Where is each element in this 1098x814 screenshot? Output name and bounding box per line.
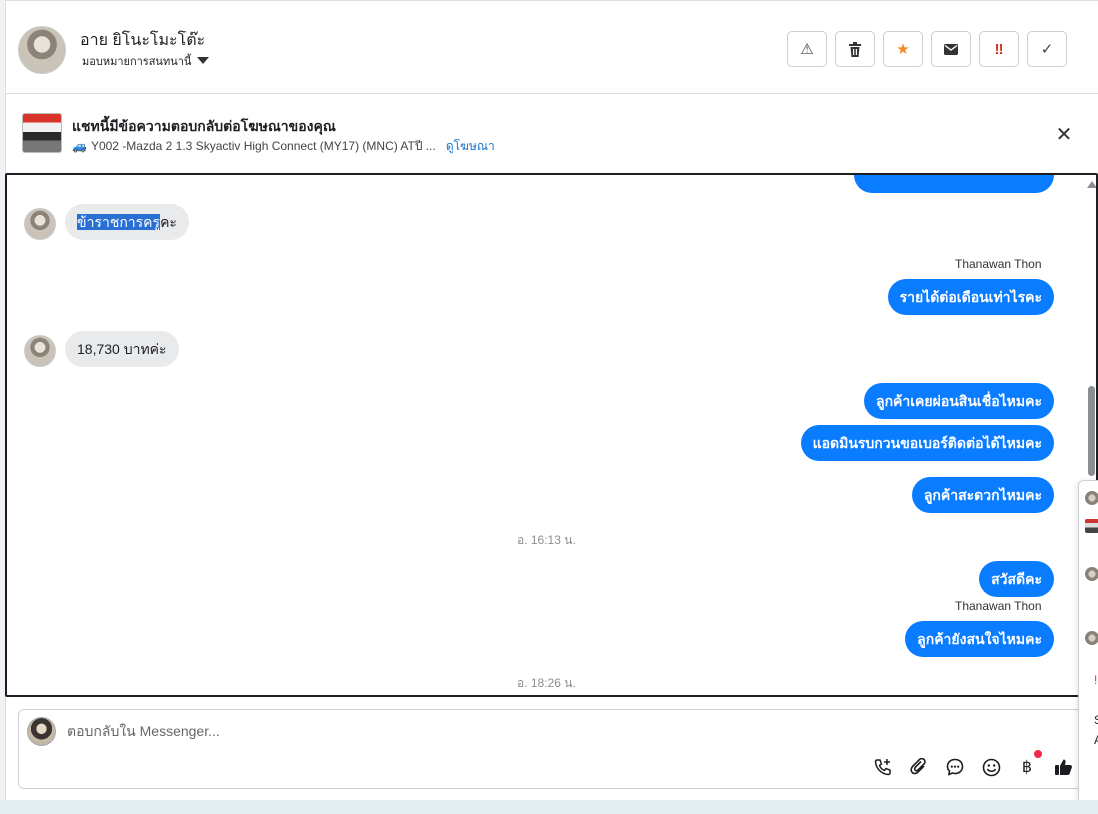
message-bubble-outgoing[interactable]: สวัสดีคะ — [979, 561, 1054, 597]
caret-down-icon — [197, 56, 210, 64]
follow-up-button[interactable]: ‼ — [979, 31, 1019, 67]
assign-label: มอบหมายการสนทนานี้ — [82, 56, 192, 68]
message-timestamp: อ. 18:26 น. — [517, 676, 576, 690]
side-panel-alert-mark: ! — [1094, 673, 1098, 687]
phone-plus-svg — [874, 759, 891, 776]
message-bubble-outgoing-clipped[interactable] — [854, 175, 1054, 193]
message-bubble-outgoing[interactable]: ลูกค้ายังสนใจไหมคะ — [905, 621, 1054, 657]
sender-name: Thanawan Thon — [955, 257, 1042, 271]
delete-button[interactable] — [835, 31, 875, 67]
scroll-thumb[interactable] — [1088, 386, 1095, 476]
smiley-svg — [982, 758, 1000, 776]
double-exclamation-icon: ‼ — [994, 40, 1004, 58]
message-bubble-incoming[interactable]: ข้าราชการครูคะ — [65, 204, 189, 240]
message-timestamp: อ. 16:13 น. — [517, 533, 576, 547]
trash-icon — [849, 41, 861, 57]
thumbs-up-svg — [1054, 759, 1072, 775]
side-panel-letter: A — [1094, 733, 1098, 747]
selected-text: ข้าราชการครู — [77, 214, 161, 230]
side-avatar[interactable] — [1085, 567, 1098, 581]
message-bubble-outgoing[interactable]: แอดมินรบกวนขอเบอร์ติดต่อได้ไหมคะ — [800, 425, 1054, 461]
baht-glyph: ฿ — [1021, 759, 1033, 776]
ad-reply-banner: แชทนี้มีข้อความตอบกลับต่อโฆษณาของคุณ 🚙 Y0… — [6, 94, 1098, 173]
checkmark-icon: ✓ — [1040, 41, 1054, 58]
spam-button[interactable]: ⚠ — [787, 31, 827, 67]
notification-dot — [1034, 750, 1042, 758]
conversation-actions: ⚠ ★ ‼ ✓ — [787, 31, 1067, 67]
message-bubble-outgoing[interactable]: รายได้ต่อเดือนเท่าไรคะ — [887, 279, 1054, 315]
envelope-icon — [944, 43, 958, 55]
page-avatar — [27, 717, 56, 746]
message-bubble-outgoing[interactable]: ลูกค้าเคยผ่อนสินเชื่อไหมคะ — [863, 383, 1054, 419]
side-avatar[interactable] — [1085, 491, 1098, 505]
sender-avatar[interactable] — [24, 335, 56, 367]
side-panel-letter: S — [1094, 713, 1098, 727]
star-icon: ★ — [896, 41, 910, 58]
ad-name: 🚙 Y002 -Mazda 2 1.3 Skyactiv High Connect… — [72, 139, 436, 153]
phone-plus-icon[interactable] — [872, 756, 894, 778]
scroll-up-arrow-icon[interactable] — [1087, 181, 1096, 188]
mark-unread-button[interactable] — [931, 31, 971, 67]
message-composer: ฿ — [18, 709, 1082, 789]
saved-reply-icon[interactable] — [944, 756, 966, 778]
contact-avatar[interactable] — [18, 26, 66, 74]
side-panel-partial: ! S A — [1078, 480, 1098, 812]
composer-toolbar: ฿ — [872, 750, 1074, 778]
messenger-inbox-page: อาย ยิโนะโมะโต๊ะ มอบหมายการสนทนานี้ ⚠ ★ — [0, 0, 1098, 814]
sender-avatar[interactable] — [24, 208, 56, 240]
chat-bubble-svg — [946, 758, 964, 776]
ad-thumbnail[interactable] — [22, 113, 62, 153]
ad-banner-title: แชทนี้มีข้อความตอบกลับต่อโฆษณาของคุณ — [72, 118, 336, 134]
sender-name: Thanawan Thon — [955, 599, 1042, 613]
baht-payment-icon[interactable]: ฿ — [1016, 750, 1042, 778]
view-ad-link[interactable]: ดูโฆษณา — [446, 137, 495, 156]
side-avatar[interactable] — [1085, 519, 1098, 533]
reply-input[interactable] — [67, 723, 767, 739]
message-thread[interactable]: ข้าราชการครูคะ Thanawan Thon รายได้ต่อเด… — [5, 173, 1098, 697]
warning-icon: ⚠ — [800, 41, 814, 58]
side-avatar[interactable] — [1085, 631, 1098, 645]
done-button[interactable]: ✓ — [1027, 31, 1067, 67]
star-button[interactable]: ★ — [883, 31, 923, 67]
conversation-header: อาย ยิโนะโมะโต๊ะ มอบหมายการสนทนานี้ ⚠ ★ — [6, 0, 1098, 94]
bottom-status-strip — [0, 800, 1098, 814]
message-bubble-outgoing[interactable]: ลูกค้าสะดวกไหมคะ — [911, 477, 1054, 513]
emoji-icon[interactable] — [980, 756, 1002, 778]
close-banner-button[interactable]: ✕ — [1053, 124, 1075, 146]
paperclip-svg — [910, 758, 926, 775]
attachment-icon[interactable] — [908, 756, 930, 778]
contact-name[interactable]: อาย ยิโนะโมะโต๊ะ — [80, 28, 205, 53]
assign-conversation-dropdown[interactable]: มอบหมายการสนทนานี้ — [82, 52, 210, 70]
car-icon: 🚙 — [72, 139, 87, 153]
like-icon[interactable] — [1052, 756, 1074, 778]
message-bubble-incoming[interactable]: 18,730 บาทค่ะ — [65, 331, 179, 367]
ad-info-row: 🚙 Y002 -Mazda 2 1.3 Skyactiv High Connect… — [72, 137, 495, 156]
